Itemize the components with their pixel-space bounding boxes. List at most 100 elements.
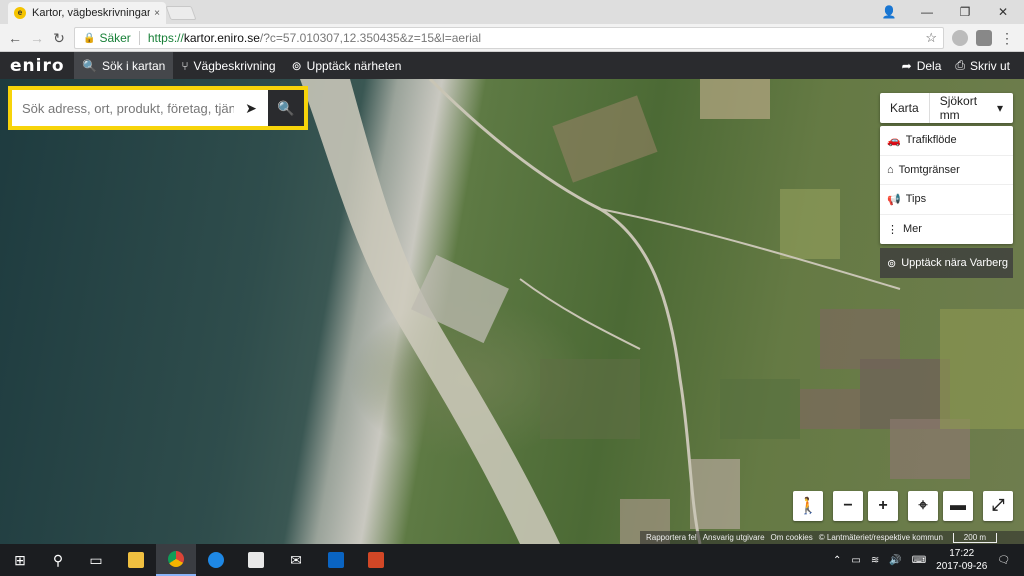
browser-tab[interactable]: e Kartor, vägbeskrivningar × (8, 2, 166, 24)
url-host: kartor.eniro.se (183, 31, 260, 45)
share-button[interactable]: ➦ Dela (902, 52, 942, 79)
zoom-in-button[interactable]: + (868, 491, 898, 521)
minus-icon: − (843, 497, 853, 514)
bookmark-star-icon[interactable]: ☆ (925, 30, 937, 46)
fullscreen-button[interactable]: ⤢ (983, 491, 1013, 521)
clock-date: 2017-09-26 (936, 561, 988, 572)
windows-taskbar: ⊞ ⚲ ▭ ✉ ⌃ ▭ ≋ 🔊 ⌨ 17:22 2017-09-26 🗨 (0, 544, 1024, 576)
mail-icon[interactable]: ✉ (276, 544, 316, 576)
keyboard-icon[interactable]: ⌨ (912, 555, 926, 566)
menu-item-traffic[interactable]: 🚗 Trafikflöde (880, 126, 1013, 156)
layer-map-option[interactable]: Karta (880, 93, 929, 123)
new-tab-button[interactable] (165, 6, 197, 20)
browser-toolbar: ← → ↻ 🔒 Säker https:// kartor.eniro.se /… (0, 24, 1024, 52)
street-view-button[interactable]: 🚶 (793, 491, 823, 521)
binoculars-icon: ⊚ (291, 58, 302, 73)
discover-label: Upptäck nära Varberg (901, 257, 1009, 269)
copyright-text: © Lantmäteriet/respektive kommun (818, 533, 943, 542)
cookies-link[interactable]: Om cookies (771, 533, 813, 542)
battery-icon[interactable]: ▭ (851, 555, 860, 566)
search-input[interactable] (12, 90, 234, 126)
menu-item-label: Mer (903, 223, 922, 236)
aerial-map[interactable] (0, 79, 1024, 544)
search-icon[interactable]: ⚲ (38, 544, 78, 576)
publisher-link[interactable]: Ansvarig utgivare (703, 533, 765, 542)
menu-item-label: Trafikflöde (905, 134, 957, 147)
clock[interactable]: 17:22 2017-09-26 (936, 547, 987, 573)
notifications-icon[interactable]: 🗨 (997, 555, 1010, 566)
nav-label: Sök i kartan (101, 58, 166, 73)
powerpoint-icon[interactable] (356, 544, 396, 576)
wifi-icon[interactable]: ≋ (871, 555, 879, 566)
print-label: Skriv ut (969, 58, 1010, 73)
menu-item-tips[interactable]: 📢 Tips (880, 185, 1013, 215)
plus-icon: + (878, 497, 888, 514)
measure-button[interactable]: ▬ (943, 491, 973, 521)
extension-icon[interactable] (952, 30, 968, 46)
address-separator (138, 31, 140, 45)
address-bar[interactable]: 🔒 Säker https:// kartor.eniro.se /?c=57.… (74, 27, 944, 49)
locate-me-icon[interactable]: ➤ (234, 90, 268, 126)
aerial-map-imagery (300, 79, 1024, 544)
report-error-link[interactable]: Rapportera fel (646, 533, 697, 542)
secure-label: Säker (99, 31, 131, 45)
forward-icon[interactable]: → (28, 29, 46, 47)
my-location-button[interactable]: ⌖ (908, 491, 938, 521)
file-explorer-icon[interactable] (116, 544, 156, 576)
outlook-icon[interactable] (316, 544, 356, 576)
print-button[interactable]: ⎙ Skriv ut (955, 52, 1010, 79)
menu-item-property-lines[interactable]: ⌂ Tomtgränser (880, 156, 1013, 185)
browser-menu-icon[interactable]: ⋮ (998, 29, 1016, 47)
nav-discover[interactable]: ⊚ Upptäck närheten (284, 52, 410, 79)
menu-item-label: Tomtgränser (898, 163, 960, 176)
clock-time: 17:22 (949, 548, 975, 559)
layer-menu: 🚗 Trafikflöde ⌂ Tomtgränser 📢 Tips ⋮ Mer (880, 126, 1013, 244)
maximize-icon[interactable]: ❐ (948, 0, 982, 24)
car-icon: 🚗 (887, 134, 901, 147)
nav-label: Upptäck närheten (306, 58, 402, 73)
search-box: ➤ 🔍 (8, 86, 308, 130)
nav-directions[interactable]: ⑂ Vägbeskrivning (173, 52, 283, 79)
volume-icon[interactable]: 🔊 (889, 555, 901, 566)
caret-down-icon: ▾ (996, 101, 1003, 115)
minimize-icon[interactable]: — (910, 0, 944, 24)
eniro-logo[interactable]: eniro (0, 56, 74, 76)
chrome-icon[interactable] (156, 544, 196, 576)
lock-icon: 🔒 (83, 32, 96, 44)
map-attribution: Rapportera fel Ansvarig utgivare Om cook… (640, 531, 1024, 544)
extension-icon[interactable] (976, 30, 992, 46)
window-close-icon[interactable]: ✕ (986, 0, 1020, 24)
system-tray: ⌃ ▭ ≋ 🔊 ⌨ 17:22 2017-09-26 🗨 (833, 544, 1024, 576)
nav-label: Vägbeskrivning (193, 58, 276, 73)
share-icon: ➦ (901, 58, 912, 73)
property-icon: ⌂ (887, 163, 894, 176)
url-path: /?c=57.010307,12.350435&z=15&l=aerial (259, 31, 482, 45)
edge-icon[interactable] (196, 544, 236, 576)
back-icon[interactable]: ← (6, 29, 24, 47)
layer-sea-chart-option[interactable]: Sjökort mm ▾ (928, 93, 1013, 123)
route-icon: ⑂ (181, 58, 189, 73)
discover-nearby-button[interactable]: ⊚ Upptäck nära Varberg (880, 248, 1013, 278)
task-view-icon[interactable]: ▭ (76, 544, 116, 576)
windows-start-icon[interactable]: ⊞ (0, 544, 40, 576)
binoculars-icon: ⊚ (887, 257, 897, 270)
expand-icon: ⤢ (991, 497, 1005, 514)
megaphone-icon: 📢 (887, 193, 901, 206)
store-icon[interactable] (236, 544, 276, 576)
layer-switcher: Karta Sjökort mm ▾ (880, 93, 1013, 123)
app-header: eniro 🔍 Sök i kartan ⑂ Vägbeskrivning ⊚ … (0, 52, 1024, 79)
reload-icon[interactable]: ↻ (50, 29, 68, 47)
menu-item-more[interactable]: ⋮ Mer (880, 215, 1013, 245)
more-icon: ⋮ (887, 223, 898, 236)
search-button[interactable]: 🔍 (268, 90, 304, 126)
browser-tab-strip: e Kartor, vägbeskrivningar × 👤 — ❐ ✕ (0, 0, 1024, 24)
nav-search-map[interactable]: 🔍 Sök i kartan (74, 52, 174, 79)
zoom-out-button[interactable]: − (833, 491, 863, 521)
chevron-up-icon[interactable]: ⌃ (833, 555, 841, 566)
profile-icon[interactable]: 👤 (872, 0, 906, 24)
tab-close-icon[interactable]: × (154, 8, 160, 19)
share-label: Dela (916, 58, 942, 73)
ruler-icon: ▬ (950, 497, 966, 514)
crosshair-icon: ⌖ (918, 497, 928, 514)
layer-sea-chart-label: Sjökort mm (939, 94, 978, 122)
